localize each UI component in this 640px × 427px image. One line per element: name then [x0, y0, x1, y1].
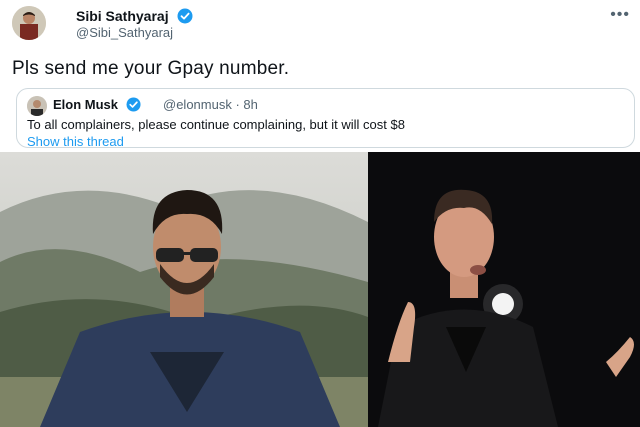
- quote-text: To all complainers, please continue comp…: [27, 117, 405, 132]
- quote-name-text: Elon Musk: [53, 97, 119, 112]
- quote-verified-badge-icon: [126, 97, 141, 112]
- show-thread-link[interactable]: Show this thread: [27, 134, 124, 149]
- quote-tweet[interactable]: Elon Musk @elonmusk · 8h To all complain…: [16, 88, 635, 149]
- author-row: Sibi Sathyaraj: [76, 8, 193, 26]
- ellipsis-icon[interactable]: •••: [610, 6, 630, 24]
- photo-man-outdoors[interactable]: [0, 152, 368, 427]
- avatar-image: [12, 6, 46, 40]
- quote-handle-time: @elonmusk · 8h: [163, 97, 258, 112]
- photo-elon-on-stage[interactable]: [368, 152, 640, 427]
- tweet-text: Pls send me your Gpay number.: [12, 58, 290, 79]
- quote-display-name[interactable]: Elon Musk: [53, 97, 141, 112]
- tweet-card[interactable]: Sibi Sathyaraj @Sibi_Sathyaraj ••• Pls s…: [0, 0, 640, 152]
- verified-badge-icon: [177, 8, 193, 24]
- quote-avatar[interactable]: [27, 96, 47, 116]
- handle[interactable]: @Sibi_Sathyaraj: [76, 25, 173, 40]
- avatar[interactable]: [12, 6, 46, 40]
- display-name[interactable]: Sibi Sathyaraj: [76, 8, 169, 24]
